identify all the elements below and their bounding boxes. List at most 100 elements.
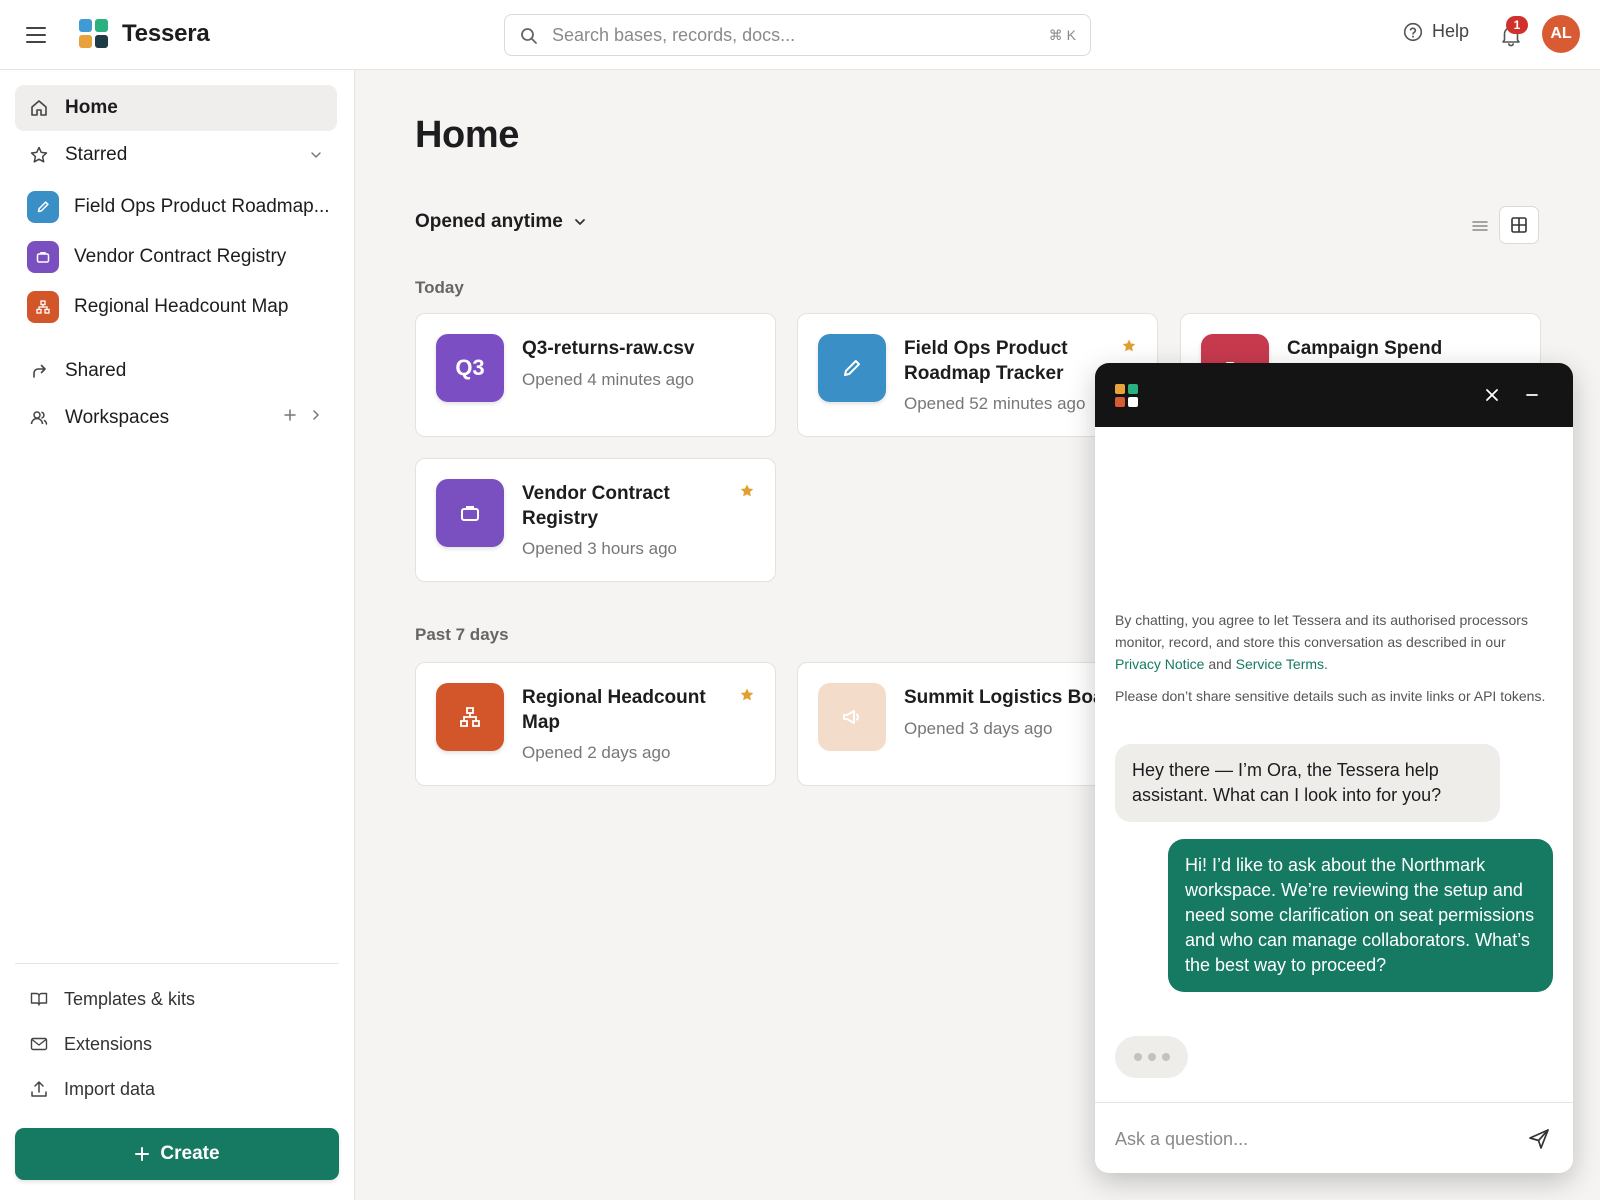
card-subtitle: Opened 3 days ago [904, 719, 1053, 738]
starred-item-label: Field Ops Product Roadmap... [74, 196, 330, 217]
help-label: Help [1432, 21, 1470, 41]
sidebar-item-label: Import data [64, 1078, 156, 1099]
star-filled-icon[interactable] [739, 687, 755, 703]
help-button[interactable]: Help [1403, 21, 1469, 42]
star-outline-icon [29, 145, 49, 165]
sidebar-item-label: Shared [65, 360, 127, 381]
search-placeholder[interactable]: Search bases, records, docs... [552, 25, 795, 46]
starred-item-vendor-contract[interactable]: Vendor Contract Registry [15, 234, 337, 280]
q3-badge-icon: Q3 [436, 334, 504, 402]
app-name[interactable]: Tessera [122, 20, 210, 48]
search-bar[interactable]: Search bases, records, docs... ⌘ K [504, 14, 1091, 56]
users-icon [29, 408, 49, 428]
user-message: Hi! I’d like to ask about the Northmark … [1168, 839, 1553, 992]
starred-item-label: Vendor Contract Registry [74, 246, 287, 267]
page-title: Home [415, 114, 519, 156]
search-shortcut: ⌘ K [1048, 27, 1076, 43]
minimize-icon[interactable] [1520, 383, 1544, 407]
notifications-button[interactable]: 1 [1498, 16, 1528, 48]
sidebar-item-home[interactable]: Home [15, 85, 337, 131]
share-arrow-icon [29, 361, 49, 381]
sidebar-item-label: Extensions [64, 1033, 153, 1054]
card-title: Q3-returns-raw.csv [522, 338, 695, 359]
sidebar: Home Starred Field Ops Product Roadmap..… [0, 70, 355, 1200]
card-q3-returns[interactable]: Q3 Q3-returns-raw.csv Opened 4 minutes a… [415, 313, 776, 437]
card-title: Regional Headcount Map [522, 687, 706, 733]
megaphone-icon [818, 683, 886, 751]
mail-icon [29, 1034, 49, 1054]
help-icon [1403, 22, 1423, 41]
search-icon [521, 28, 537, 44]
create-button[interactable]: Create [15, 1128, 339, 1180]
sidebar-item-label: Starred [65, 144, 128, 165]
briefcase-icon [27, 241, 59, 273]
sidebar-item-templates[interactable]: Templates & kits [15, 979, 337, 1019]
sidebar-item-label: Home [65, 97, 118, 118]
tessera-logo [1115, 384, 1139, 408]
list-view-button[interactable] [1464, 210, 1496, 242]
book-icon [29, 989, 49, 1009]
card-subtitle: Opened 52 minutes ago [904, 394, 1086, 413]
sidebar-item-shared[interactable]: Shared [15, 348, 337, 394]
sidebar-item-label: Workspaces [65, 407, 170, 428]
starred-item-field-ops[interactable]: Field Ops Product Roadmap... [15, 184, 337, 230]
starred-item-regional-headcount[interactable]: Regional Headcount Map [15, 284, 337, 330]
org-chart-icon [436, 683, 504, 751]
sidebar-divider [15, 963, 339, 964]
org-chart-icon [27, 291, 59, 323]
sidebar-item-import[interactable]: Import data [15, 1069, 337, 1109]
chevron-right-icon[interactable] [309, 408, 323, 422]
card-title: Field Ops Product Roadmap Tracker [904, 338, 1068, 384]
chat-input[interactable] [1115, 1125, 1495, 1153]
briefcase-icon [436, 479, 504, 547]
chat-header [1095, 363, 1573, 427]
chat-input-bar [1095, 1102, 1573, 1173]
avatar[interactable]: AL [1542, 15, 1580, 53]
card-subtitle: Opened 2 days ago [522, 743, 671, 762]
starred-item-label: Regional Headcount Map [74, 296, 289, 317]
create-label: Create [160, 1143, 220, 1164]
tessera-logo[interactable] [79, 19, 109, 49]
plus-icon[interactable] [283, 408, 297, 422]
notice-text: By chatting, you agree to let Tessera an… [1115, 612, 1528, 650]
star-filled-icon[interactable] [739, 483, 755, 499]
filter-label: Opened anytime [415, 211, 563, 232]
grid-icon [1511, 217, 1527, 233]
notification-badge: 1 [1506, 16, 1528, 34]
section-label-past-7-days: Past 7 days [415, 625, 509, 644]
section-label-today: Today [415, 278, 464, 297]
sensitive-details-notice: Please don’t share sensitive details suc… [1115, 688, 1546, 704]
menu-icon[interactable] [26, 22, 54, 48]
plus-icon [135, 1147, 150, 1161]
card-subtitle: Opened 4 minutes ago [522, 370, 695, 389]
workspace-actions [283, 408, 323, 422]
sidebar-item-label: Templates & kits [64, 988, 196, 1009]
sidebar-item-starred[interactable]: Starred [15, 132, 337, 178]
notice-text: and [1204, 656, 1236, 672]
chat-consent-notice: By chatting, you agree to let Tessera an… [1115, 609, 1555, 675]
chevron-down-icon[interactable] [309, 145, 323, 162]
bot-message: Hey there — I’m Ora, the Tessera help as… [1115, 744, 1500, 822]
card-vendor-contract-registry[interactable]: Vendor Contract Registry Opened 3 hours … [415, 458, 776, 582]
card-regional-headcount-map[interactable]: Regional Headcount Map Opened 2 days ago [415, 662, 776, 786]
opened-filter-dropdown[interactable]: Opened anytime [415, 211, 587, 233]
top-bar: Tessera Search bases, records, docs... ⌘… [0, 0, 1600, 70]
card-title: Vendor Contract Registry [522, 483, 670, 529]
chevron-down-icon [574, 219, 585, 225]
pencil-icon [27, 191, 59, 223]
pencil-icon [818, 334, 886, 402]
service-terms-link[interactable]: Service Terms [1236, 656, 1324, 672]
list-icon [1472, 221, 1488, 231]
typing-indicator [1115, 1036, 1188, 1078]
card-subtitle: Opened 3 hours ago [522, 539, 678, 558]
notice-text: . [1324, 656, 1328, 672]
upload-icon [29, 1079, 49, 1099]
send-icon[interactable] [1527, 1127, 1551, 1151]
privacy-notice-link[interactable]: Privacy Notice [1115, 656, 1204, 672]
sidebar-item-workspaces[interactable]: Workspaces [15, 395, 337, 441]
help-chat-panel: By chatting, you agree to let Tessera an… [1095, 363, 1573, 1173]
star-filled-icon[interactable] [1121, 338, 1137, 354]
sidebar-item-extensions[interactable]: Extensions [15, 1024, 337, 1064]
grid-view-button[interactable] [1499, 206, 1539, 244]
close-icon[interactable] [1480, 383, 1504, 407]
